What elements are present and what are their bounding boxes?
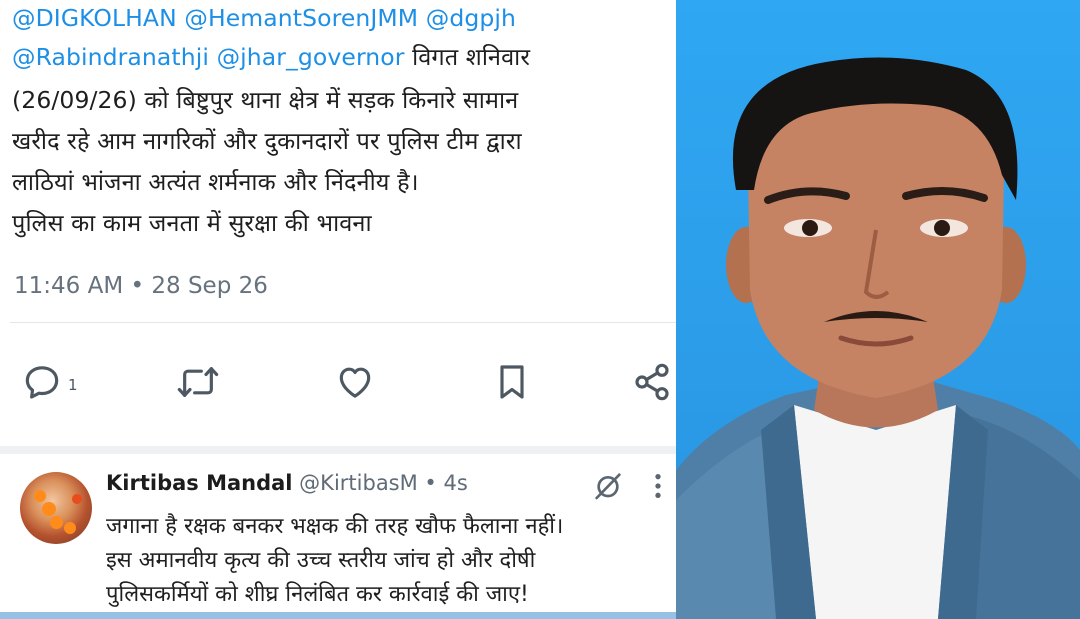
retweet-button[interactable]: [176, 362, 220, 402]
tweet-text: खरीद रहे आम नागरिकों और दुकानदारों पर पु…: [12, 127, 522, 155]
tweet-text-line: लाठियां भांजना अत्यंत शर्मनाक और निंदनीय…: [12, 165, 419, 197]
tweet-text: विगत शनिवार: [404, 43, 531, 71]
reply-bubble-icon: [25, 366, 59, 399]
card-separator: [0, 446, 676, 454]
tweet-card: @DIGKOLHAN @HemantSorenJMM @dgpjh @Rabin…: [0, 0, 676, 446]
reply-card[interactable]: Kirtibas Mandal @KirtibasM • 4s जगाना है…: [0, 454, 676, 619]
tweet-text-line: @DIGKOLHAN @HemantSorenJMM @dgpjh: [12, 4, 516, 32]
grok-icon[interactable]: [592, 470, 624, 506]
screenshot-collage: @DIGKOLHAN @HemantSorenJMM @dgpjh @Rabin…: [0, 0, 1080, 619]
reply-author-handle[interactable]: @KirtibasM: [293, 471, 418, 495]
tweet-text-line: पुलिस का काम जनता में सुरक्षा की भावना: [12, 206, 372, 238]
tweet-text: पुलिस का काम जनता में सुरक्षा की भावना: [12, 209, 372, 237]
tweet-text: लाठियां भांजना अत्यंत शर्मनाक और निंदनीय…: [12, 168, 419, 196]
tweet-mentions[interactable]: @DIGKOLHAN @HemantSorenJMM @dgpjh: [12, 4, 516, 32]
reply-author-name[interactable]: Kirtibas Mandal: [106, 471, 293, 495]
portrait-illustration: [676, 57, 1080, 619]
tweet-text-line: @Rabindranathji @jhar_governor विगत शनिव…: [12, 40, 530, 72]
retweet-icon: [177, 367, 219, 397]
bottom-edge: [0, 612, 676, 619]
reply-text-line: इस अमानवीय कृत्य की उच्च स्तरीय जांच हो …: [106, 548, 536, 573]
more-vertical-icon[interactable]: [648, 470, 668, 506]
reply-text-line: जगाना है रक्षक बनकर भक्षक की तरह खौफ फैल…: [106, 514, 564, 539]
reply-count: 1: [68, 376, 78, 394]
share-icon: [635, 363, 669, 401]
tweet-text: (26/09/26) को बिष्टुपुर थाना क्षेत्र में…: [12, 86, 519, 114]
reply-header: Kirtibas Mandal @KirtibasM • 4s: [106, 471, 468, 495]
like-button[interactable]: [334, 362, 376, 402]
divider: [10, 322, 676, 323]
reply-time: • 4s: [417, 471, 468, 495]
tweet-mentions[interactable]: @Rabindranathji @jhar_governor: [12, 43, 405, 71]
bookmark-button[interactable]: [492, 362, 532, 402]
share-button[interactable]: [632, 362, 672, 402]
tweet-text-line: (26/09/26) को बिष्टुपुर थाना क्षेत्र में…: [12, 83, 518, 115]
heart-icon: [339, 367, 371, 398]
tweet-timestamp[interactable]: 11:46 AM • 28 Sep 26: [14, 273, 268, 299]
profile-photo: [676, 0, 1080, 619]
reply-button[interactable]: 1: [22, 362, 78, 402]
avatar[interactable]: [20, 472, 92, 544]
bookmark-icon: [500, 365, 524, 399]
reply-text-line: पुलिसकर्मियों को शीघ्र निलंबित कर कार्रव…: [106, 582, 529, 607]
tweet-text-line: खरीद रहे आम नागरिकों और दुकानदारों पर पु…: [12, 124, 522, 156]
